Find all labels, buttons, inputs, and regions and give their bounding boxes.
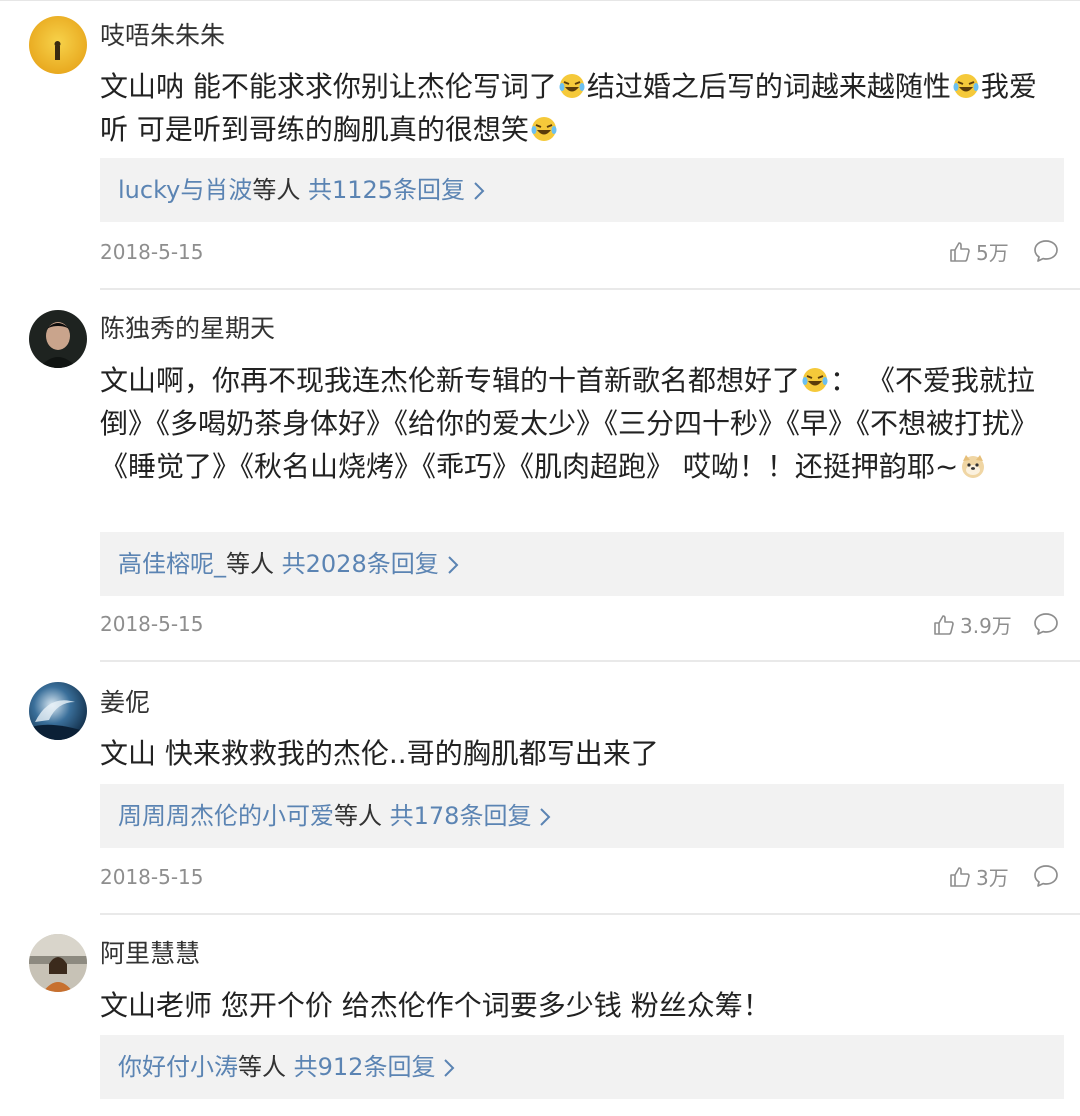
comment-text: 文山呐 能不能求求你别让杰伦写词了 结过婚之后写的词越来越随性 我爱听 可是听到哥练… (100, 70, 1037, 146)
reply-users-link[interactable]: 周周周杰伦的小可爱 (118, 802, 334, 830)
like-count: 3万 (976, 866, 1009, 890)
like-count: 5万 (976, 241, 1009, 265)
reply-summary-box[interactable]: lucky与肖波等人 共1125条回复 (100, 158, 1064, 222)
reply-count-link[interactable]: 共2028条回复 (282, 550, 439, 578)
comment-text: 文山啊，你再不现我连杰伦新专辑的十首新歌名都想好了： 《不爱我就拉倒》《多喝奶茶… (100, 364, 1039, 483)
username[interactable]: 陈独秀的星期天 (100, 312, 275, 346)
laugh-cry-emoji (802, 368, 828, 392)
divider (100, 913, 1080, 915)
reply-summary-box[interactable]: 高佳榕呢_等人 共2028条回复 (100, 532, 1064, 596)
reply-count-link[interactable]: 共1125条回复 (308, 176, 465, 204)
comment-bubble-icon[interactable] (1033, 863, 1059, 889)
avatar[interactable] (29, 682, 87, 740)
laugh-cry-emoji (531, 117, 557, 141)
chevron-right-icon (448, 556, 459, 574)
username[interactable]: 姜伲 (100, 686, 150, 720)
comment-date: 2018-5-15 (100, 865, 204, 889)
avatar[interactable] (29, 310, 87, 368)
laugh-cry-emoji (559, 74, 585, 98)
reply-users-link[interactable]: 你好付小涛 (118, 1053, 238, 1081)
like-button[interactable]: 3万 (948, 865, 1009, 890)
chevron-right-icon (540, 808, 551, 826)
reply-summary-box[interactable]: 周周周杰伦的小可爱等人 共178条回复 (100, 784, 1064, 848)
reply-count-link[interactable]: 共912条回复 (294, 1053, 436, 1081)
reply-users-suffix: 等人 (238, 1053, 286, 1081)
username[interactable]: 吱唔朱朱朱 (100, 19, 225, 53)
chevron-right-icon (474, 182, 485, 200)
comment-date: 2018-5-15 (100, 240, 204, 264)
thumbs-up-icon (934, 615, 954, 635)
reply-users-link[interactable]: 高佳榕呢_ (118, 550, 226, 578)
doge-emoji (962, 455, 985, 478)
like-button[interactable]: 5万 (948, 240, 1009, 265)
comment-bubble-icon[interactable] (1033, 611, 1059, 637)
divider (100, 660, 1080, 662)
username[interactable]: 阿里慧慧 (100, 937, 200, 971)
reply-summary-box[interactable]: 你好付小涛等人 共912条回复 (100, 1035, 1064, 1099)
reply-users-link[interactable]: lucky与肖波 (118, 176, 252, 204)
reply-users-suffix: 等人 (226, 550, 274, 578)
chevron-right-icon (444, 1059, 455, 1077)
avatar[interactable] (29, 934, 87, 992)
divider (100, 288, 1080, 290)
comment-text: 文山 快来救救我的杰伦..哥的胸肌都写出来了 (100, 737, 659, 770)
comment-text: 文山老师 您开个价 给杰伦作个词要多少钱 粉丝众筹！ (100, 989, 771, 1022)
thumbs-up-icon (950, 242, 970, 262)
like-count: 3.9万 (960, 614, 1012, 638)
like-button[interactable]: 3.9万 (932, 613, 1012, 638)
reply-users-suffix: 等人 (252, 176, 301, 204)
reply-users-suffix: 等人 (334, 802, 382, 830)
avatar[interactable] (29, 16, 87, 74)
top-border (0, 0, 1080, 7)
reply-count-link[interactable]: 共178条回复 (390, 802, 532, 830)
comment-bubble-icon[interactable] (1033, 238, 1059, 264)
laugh-cry-emoji (953, 74, 979, 98)
thumbs-up-icon (950, 867, 970, 887)
comment-date: 2018-5-15 (100, 612, 204, 636)
